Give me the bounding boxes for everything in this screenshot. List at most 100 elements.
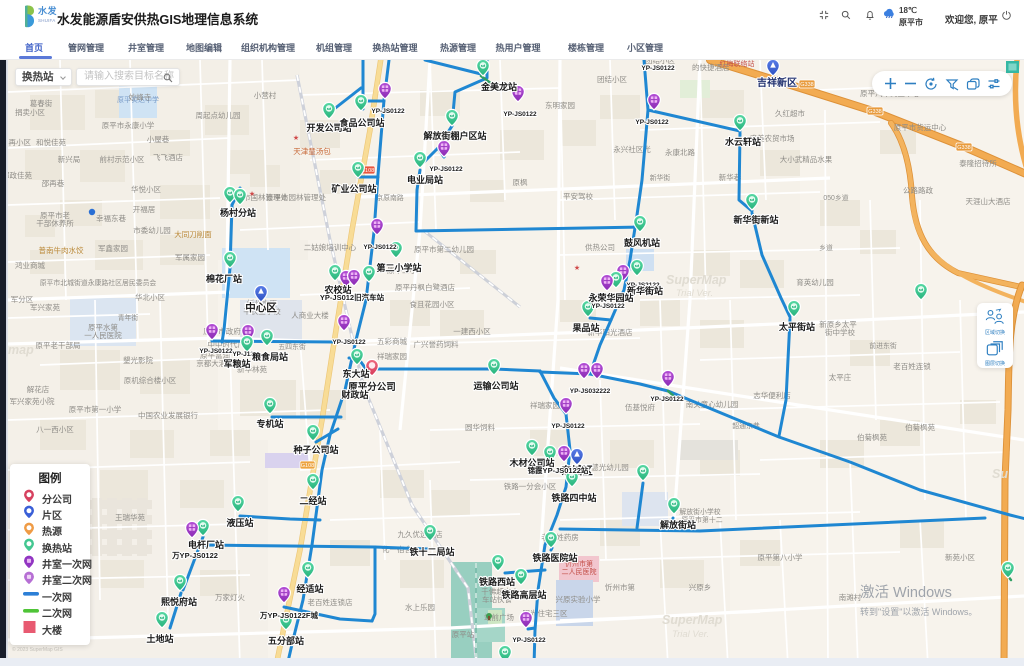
svg-text:葛春街: 葛春街 bbox=[30, 98, 53, 108]
svg-text:铁十二局站: 铁十二局站 bbox=[409, 546, 454, 557]
svg-text:团结小区: 团结小区 bbox=[597, 74, 627, 84]
svg-text:慧光幼儿园: 慧光幼儿园 bbox=[591, 462, 629, 472]
svg-text:伍基悦府: 伍基悦府 bbox=[625, 402, 655, 412]
svg-text:军鑫家园: 军鑫家园 bbox=[98, 243, 128, 253]
svg-text:map: map bbox=[8, 343, 34, 357]
svg-text:解放街站: 解放街站 bbox=[660, 519, 696, 530]
svg-text:前进东街: 前进东街 bbox=[869, 341, 897, 350]
svg-text:YP-JS032222: YP-JS032222 bbox=[570, 388, 611, 395]
svg-text:南滩村: 南滩村 bbox=[839, 592, 862, 602]
svg-text:永荣华园站: 永荣华园站 bbox=[587, 292, 633, 303]
svg-text:太平街站: 太平街站 bbox=[778, 321, 815, 332]
svg-text:果品站: 果品站 bbox=[571, 322, 599, 333]
svg-text:大同刀削面: 大同刀削面 bbox=[174, 229, 212, 239]
svg-text:五彩商城: 五彩商城 bbox=[377, 336, 407, 346]
svg-text:小屋巷: 小屋巷 bbox=[147, 135, 170, 144]
svg-text:Trial Ver.: Trial Ver. bbox=[676, 288, 713, 299]
svg-text:一人民医院: 一人民医院 bbox=[84, 330, 122, 340]
svg-text:水云轩站: 水云轩站 bbox=[725, 136, 761, 147]
svg-text:街中学校: 街中学校 bbox=[825, 327, 855, 337]
svg-text:二经站: 二经站 bbox=[299, 495, 326, 506]
svg-text:墾光影院: 墾光影院 bbox=[123, 355, 153, 365]
svg-text:和悦佳苑: 和悦佳苑 bbox=[36, 137, 66, 147]
svg-text:铁路医院站: 铁路医院站 bbox=[532, 552, 577, 563]
svg-text:原平市第二幼儿园: 原平市第二幼儿园 bbox=[414, 244, 474, 254]
svg-text:兴原实验小学: 兴原实验小学 bbox=[556, 594, 601, 604]
svg-text:G338: G338 bbox=[868, 109, 881, 115]
svg-text:土地站: 土地站 bbox=[146, 633, 173, 644]
svg-text:★: ★ bbox=[293, 134, 299, 142]
svg-text:鸿业商城: 鸿业商城 bbox=[15, 260, 45, 270]
svg-text:粮食局站: 粮食局站 bbox=[252, 351, 288, 362]
svg-text:万家灯火: 万家灯火 bbox=[215, 592, 245, 602]
svg-text:幸福东巷: 幸福东巷 bbox=[96, 213, 126, 223]
svg-text:新兴局: 新兴局 bbox=[58, 154, 81, 164]
svg-text:青年街: 青年街 bbox=[118, 313, 139, 322]
svg-text:原平站: 原平站 bbox=[452, 629, 475, 639]
svg-text:伯菊枫苑: 伯菊枫苑 bbox=[857, 432, 887, 442]
svg-text:鼓风机站: 鼓风机站 bbox=[624, 237, 660, 248]
svg-text:YP-JS0122: YP-JS0122 bbox=[591, 303, 625, 310]
svg-text:捐卖小区: 捐卖小区 bbox=[15, 107, 45, 117]
svg-text:原机综合楼小区: 原机综合楼小区 bbox=[124, 375, 177, 385]
svg-text:金美龙站: 金美龙站 bbox=[480, 81, 517, 92]
svg-text:★: ★ bbox=[574, 264, 580, 272]
svg-text:东明家园: 东明家园 bbox=[545, 100, 575, 110]
svg-text:YP-JS0122: YP-JS0122 bbox=[371, 108, 405, 115]
svg-text:050乡道: 050乡道 bbox=[823, 193, 848, 202]
svg-text:© 2023 SuperMap GIS: © 2023 SuperMap GIS bbox=[12, 646, 63, 653]
svg-text:部政佳苑: 部政佳苑 bbox=[8, 170, 32, 180]
svg-text:普南牛肉水饺: 普南牛肉水饺 bbox=[39, 245, 84, 255]
svg-text:老百姓连锁店: 老百姓连锁店 bbox=[308, 597, 353, 607]
svg-text:YP-JS012旧汽车站: YP-JS012旧汽车站 bbox=[320, 292, 385, 302]
svg-text:飞飞酒店: 飞飞酒店 bbox=[153, 152, 183, 162]
svg-text:市委幼儿园: 市委幼儿园 bbox=[133, 225, 171, 235]
svg-text:经适站: 经适站 bbox=[296, 583, 323, 594]
svg-text:液压站: 液压站 bbox=[226, 517, 253, 528]
svg-text:万YP-JS0122: 万YP-JS0122 bbox=[171, 551, 218, 560]
svg-text:中国农业发展银行: 中国农业发展银行 bbox=[138, 410, 198, 420]
svg-text:熙悦府站: 熙悦府站 bbox=[161, 596, 197, 607]
svg-text:妙峰寺: 妙峰寺 bbox=[129, 92, 152, 102]
svg-text:原平市第一小学: 原平市第一小学 bbox=[69, 404, 122, 414]
svg-text:久红超市: 久红超市 bbox=[775, 108, 805, 118]
svg-text:YP-JS0122: YP-JS0122 bbox=[503, 111, 537, 118]
svg-text:YP-JS0122: YP-JS0122 bbox=[650, 396, 684, 403]
svg-text:五分部站: 五分部站 bbox=[268, 635, 304, 646]
svg-text:铁路西站: 铁路西站 bbox=[479, 576, 515, 587]
svg-text:老百姓连锁: 老百姓连锁 bbox=[893, 361, 931, 371]
svg-text:Trial Ver.: Trial Ver. bbox=[672, 629, 709, 640]
svg-text:军属家园: 军属家园 bbox=[175, 252, 205, 262]
svg-text:二姑娘培训中心: 二姑娘培训中心 bbox=[304, 242, 357, 252]
svg-text:解放街棚户区站: 解放街棚户区站 bbox=[423, 130, 486, 141]
svg-text:YP-JS0122: YP-JS0122 bbox=[551, 423, 585, 430]
svg-text:食且花园小区: 食且花园小区 bbox=[410, 299, 455, 309]
svg-text:新华街: 新华街 bbox=[650, 173, 671, 182]
svg-text:原平丹枫白鹭酒店: 原平丹枫白鹭酒店 bbox=[395, 282, 455, 292]
svg-text:种子公司站: 种子公司站 bbox=[292, 444, 338, 455]
svg-text:太平庄: 太平庄 bbox=[829, 372, 852, 382]
svg-text:大小武精品水果: 大小武精品水果 bbox=[780, 154, 833, 164]
svg-text:人商业大楼: 人商业大楼 bbox=[291, 310, 329, 320]
svg-text:财政站: 财政站 bbox=[340, 389, 368, 400]
svg-text:的快捷酒店: 的快捷酒店 bbox=[692, 62, 730, 72]
svg-text:二人民医院: 二人民医院 bbox=[562, 567, 597, 576]
svg-text:京原南路: 京原南路 bbox=[376, 193, 404, 202]
svg-text:公路路政: 公路路政 bbox=[903, 185, 933, 195]
svg-text:铁路四中站: 铁路四中站 bbox=[551, 492, 596, 503]
svg-text:铁路一分会小区: 铁路一分会小区 bbox=[504, 481, 557, 491]
svg-text:第二小学站: 第二小学站 bbox=[376, 262, 421, 273]
svg-text:YP-JS0122: YP-JS0122 bbox=[332, 339, 366, 346]
svg-text:中心区: 中心区 bbox=[245, 301, 277, 314]
svg-text:乡道: 乡道 bbox=[819, 243, 833, 252]
svg-text:YP-JS0122: YP-JS0122 bbox=[199, 348, 233, 355]
svg-text:原平市北城街道永康路社区居民委员会: 原平市北城街道永康路社区居民委员会 bbox=[40, 278, 157, 287]
svg-text:广兴誉药饲料: 广兴誉药饲料 bbox=[414, 339, 459, 349]
svg-text:食品公司站: 食品公司站 bbox=[338, 117, 384, 128]
svg-text:兴原乡: 兴原乡 bbox=[689, 583, 712, 592]
svg-text:杨村分站: 杨村分站 bbox=[220, 207, 256, 218]
svg-text:祥瑞家园: 祥瑞家园 bbox=[377, 351, 407, 361]
svg-text:军兴家苑: 军兴家苑 bbox=[30, 302, 60, 312]
svg-text:天津童汤包: 天津童汤包 bbox=[293, 146, 331, 156]
svg-text:原枫: 原枫 bbox=[513, 177, 528, 187]
